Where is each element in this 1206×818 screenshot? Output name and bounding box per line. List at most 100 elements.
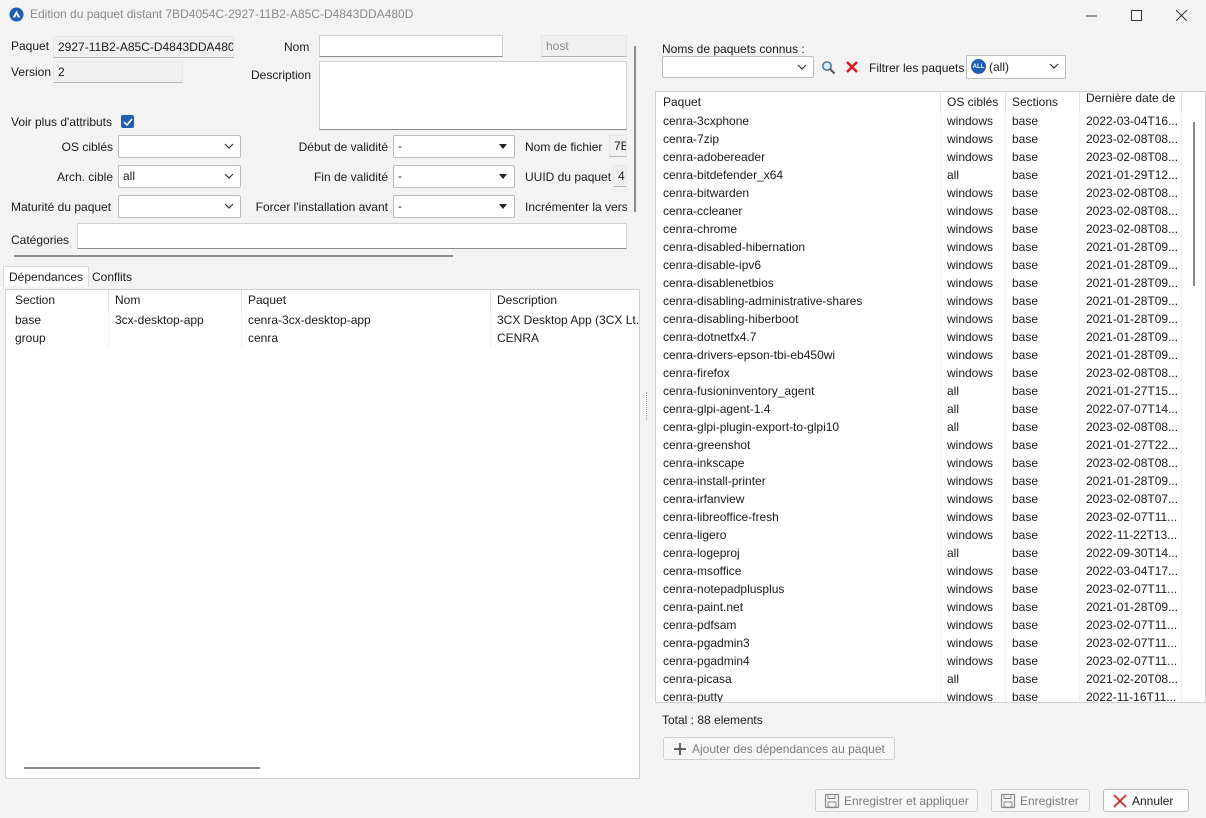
pkg-date-cell: 2022-09-30T14...	[1080, 544, 1182, 562]
nom-field[interactable]	[319, 35, 503, 57]
pkg-date-cell: 2023-02-07T11...	[1080, 508, 1182, 526]
tab-dependances[interactable]: Dépendances	[3, 266, 90, 287]
packages-vertical-scrollbar[interactable]	[1193, 122, 1195, 286]
nom-fichier-field[interactable]: 7B	[609, 135, 627, 157]
table-row[interactable]: cenra-chrome windows base 2023-02-08T08...	[656, 220, 1191, 238]
chevron-down-icon	[797, 64, 807, 70]
pkg-name-cell: cenra-glpi-agent-1.4	[657, 400, 941, 418]
version-field[interactable]: 2	[53, 61, 183, 83]
table-row[interactable]: cenra-ccleaner windows base 2023-02-08T08..…	[656, 202, 1191, 220]
packages-column-paquet[interactable]: Paquet	[657, 92, 941, 112]
cancel-button[interactable]: Annuler	[1103, 789, 1189, 812]
add-dependencies-button[interactable]: Ajouter des dépendances au paquet	[663, 737, 895, 760]
debut-validite-combo[interactable]: -	[393, 135, 515, 158]
dependencies-column-description[interactable]: Description	[491, 290, 639, 310]
table-row[interactable]: cenra-disabling-hiberboot windows base 2021…	[656, 310, 1191, 328]
dependencies-table[interactable]: Section Nom Paquet Description base 3cx-…	[5, 289, 640, 779]
table-row[interactable]: cenra-adobereader windows base 2023-02-08T0…	[656, 148, 1191, 166]
save-button[interactable]: Enregistrer	[991, 789, 1090, 812]
app-logo-icon	[9, 7, 24, 22]
packages-column-os[interactable]: OS ciblés	[941, 92, 1006, 112]
pkg-date-cell: 2023-02-08T07...	[1080, 490, 1182, 508]
table-row[interactable]: cenra-install-printer windows base 2021-01-…	[656, 472, 1191, 490]
pkg-date-cell: 2021-01-28T09...	[1080, 346, 1182, 364]
table-row[interactable]: cenra-pgadmin4 windows base 2023-02-07T11..…	[656, 652, 1191, 670]
form-vertical-scrollbar[interactable]	[634, 46, 636, 212]
table-row[interactable]: cenra-greenshot windows base 2021-01-27T22.…	[656, 436, 1191, 454]
known-packages-search-combo[interactable]	[662, 56, 814, 78]
dependencies-column-section[interactable]: Section	[9, 290, 109, 310]
table-row[interactable]: cenra-3cxphone windows base 2022-03-04T16..…	[656, 112, 1191, 130]
table-row[interactable]: cenra-disabling-administrative-shares win…	[656, 292, 1191, 310]
tab-conflits[interactable]: Conflits	[87, 267, 137, 288]
pkg-name-cell: cenra-notepadplusplus	[657, 580, 941, 598]
categories-field[interactable]	[77, 223, 627, 249]
fin-validite-combo[interactable]: -	[393, 165, 515, 188]
search-icon[interactable]	[821, 60, 836, 75]
chevron-down-icon	[224, 173, 234, 179]
panel-splitter[interactable]	[646, 392, 649, 420]
maturite-combo[interactable]	[118, 195, 241, 218]
pkg-name-cell: cenra-disabling-hiberboot	[657, 310, 941, 328]
forcer-combo[interactable]: -	[393, 195, 515, 218]
chevron-down-icon	[224, 143, 234, 149]
table-row[interactable]: cenra-disable-ipv6 windows base 2021-01-28T…	[656, 256, 1191, 274]
table-row[interactable]: cenra-bitdefender_x64 all base 2021-01-29T1…	[656, 166, 1191, 184]
save-apply-button[interactable]: Enregistrer et appliquer	[815, 789, 978, 812]
table-row[interactable]: group cenra CENRA	[6, 329, 639, 347]
pkg-name-cell: cenra-bitwarden	[657, 184, 941, 202]
host-field[interactable]: host	[541, 35, 627, 57]
table-row[interactable]: cenra-notepadplusplus windows base 2023-02-…	[656, 580, 1191, 598]
table-row[interactable]: cenra-libreoffice-fresh windows base 2023-0…	[656, 508, 1191, 526]
table-row[interactable]: cenra-putty windows base 2022-11-16T11...	[656, 688, 1191, 702]
dropdown-arrow-icon	[499, 144, 507, 149]
table-row[interactable]: cenra-dotnetfx4.7 windows base 2021-01-28T0…	[656, 328, 1191, 346]
debut-validite-label: Début de validité	[298, 140, 388, 154]
table-row[interactable]: cenra-drivers-epson-tbi-eb450wi windows ba…	[656, 346, 1191, 364]
table-row[interactable]: cenra-msoffice windows base 2022-03-04T17..…	[656, 562, 1191, 580]
table-row[interactable]: cenra-disablenetbios windows base 2021-01-2…	[656, 274, 1191, 292]
table-row[interactable]: base 3cx-desktop-app cenra-3cx-desktop-a…	[6, 311, 639, 329]
clear-filter-icon[interactable]	[845, 60, 859, 74]
pkg-name-cell: cenra-3cxphone	[657, 112, 941, 130]
description-textarea[interactable]	[319, 61, 627, 130]
packages-column-date[interactable]: Dernière date de	[1080, 92, 1182, 112]
table-row[interactable]: cenra-pgadmin3 windows base 2023-02-07T11..…	[656, 634, 1191, 652]
table-row[interactable]: cenra-ligero windows base 2022-11-22T13...	[656, 526, 1191, 544]
pkg-date-cell: 2023-02-08T08...	[1080, 364, 1182, 382]
table-row[interactable]: cenra-picasa all base 2021-02-20T08...	[656, 670, 1191, 688]
os-cibles-combo[interactable]	[118, 135, 241, 158]
filter-packages-combo[interactable]: ALL (all)	[966, 55, 1066, 79]
pkg-name-cell: cenra-chrome	[657, 220, 941, 238]
table-row[interactable]: cenra-paint.net windows base 2021-01-28T09.…	[656, 598, 1191, 616]
pkg-date-cell: 2021-01-28T09...	[1080, 310, 1182, 328]
forcer-value: -	[398, 199, 402, 213]
packages-table[interactable]: Paquet OS ciblés Sections Dernière date …	[655, 91, 1206, 703]
dependencies-column-paquet[interactable]: Paquet	[242, 290, 491, 310]
pkg-os-cell: windows	[941, 598, 1006, 616]
uuid-field[interactable]: 4	[613, 165, 627, 187]
table-row[interactable]: cenra-firefox windows base 2023-02-08T08...	[656, 364, 1191, 382]
table-row[interactable]: cenra-disabled-hibernation windows base 202…	[656, 238, 1191, 256]
table-row[interactable]: cenra-inkscape windows base 2023-02-08T08..…	[656, 454, 1191, 472]
table-row[interactable]: cenra-7zip windows base 2023-02-08T08...	[656, 130, 1191, 148]
paquet-field[interactable]: 2927-11B2-A85C-D4843DDA480D	[53, 36, 234, 58]
table-row[interactable]: cenra-glpi-plugin-export-to-glpi10 all bas…	[656, 418, 1191, 436]
dependencies-column-nom[interactable]: Nom	[109, 290, 242, 310]
pkg-os-cell: windows	[941, 472, 1006, 490]
table-row[interactable]: cenra-bitwarden windows base 2023-02-08T08.…	[656, 184, 1191, 202]
arch-cible-combo[interactable]: all	[118, 165, 241, 188]
form-horizontal-scrollbar[interactable]	[14, 255, 453, 257]
voir-plus-checkbox[interactable]	[121, 115, 134, 128]
minimize-button[interactable]	[1068, 0, 1114, 30]
table-row[interactable]: cenra-glpi-agent-1.4 all base 2022-07-07T14…	[656, 400, 1191, 418]
table-row[interactable]: cenra-logeproj all base 2022-09-30T14...	[656, 544, 1191, 562]
dependencies-horizontal-scrollbar[interactable]	[24, 767, 260, 769]
maximize-button[interactable]	[1113, 0, 1159, 30]
close-button[interactable]	[1158, 0, 1204, 30]
pkg-section-cell: base	[1006, 490, 1080, 508]
table-row[interactable]: cenra-pdfsam windows base 2023-02-07T11...	[656, 616, 1191, 634]
packages-column-sections[interactable]: Sections	[1006, 92, 1080, 112]
table-row[interactable]: cenra-fusioninventory_agent all base 2021-0…	[656, 382, 1191, 400]
table-row[interactable]: cenra-irfanview windows base 2023-02-08T07.…	[656, 490, 1191, 508]
